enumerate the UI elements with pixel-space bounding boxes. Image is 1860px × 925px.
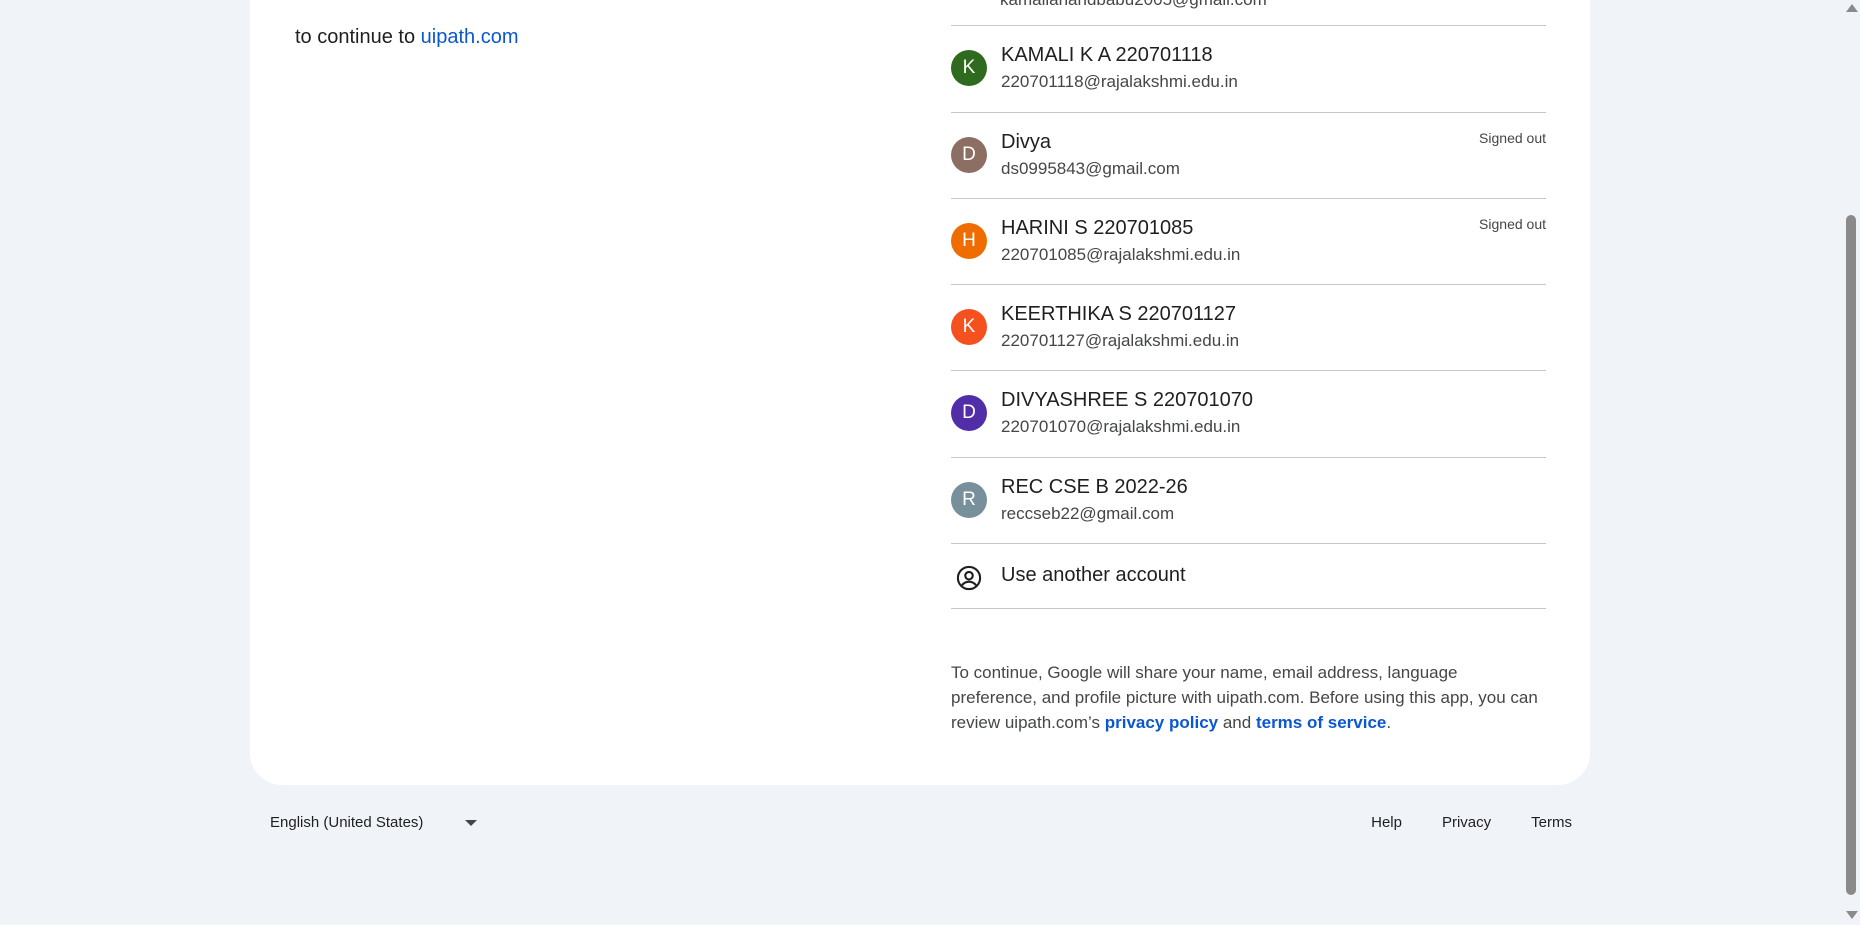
account-name: KEERTHIKA S 220701127 bbox=[1001, 303, 1236, 325]
avatar: K bbox=[951, 50, 987, 86]
use-another-account-button[interactable]: Use another account bbox=[951, 543, 1546, 609]
vertical-scrollbar[interactable] bbox=[1842, 0, 1860, 925]
account-email: 220701118@rajalakshmi.edu.in bbox=[1001, 72, 1238, 91]
account-email: 220701070@rajalakshmi.edu.in bbox=[1001, 417, 1241, 436]
account-name: REC CSE B 2022-26 bbox=[1001, 476, 1188, 498]
disclaimer-end: . bbox=[1386, 713, 1392, 732]
avatar: H bbox=[951, 223, 987, 259]
language-label: English (United States) bbox=[270, 814, 424, 831]
language-selector[interactable]: English (United States) bbox=[270, 814, 485, 831]
signed-out-status: Signed out bbox=[1479, 130, 1546, 146]
scroll-up-arrow-icon[interactable] bbox=[1846, 4, 1858, 12]
use-another-account-label: Use another account bbox=[1001, 564, 1186, 586]
avatar: K bbox=[951, 309, 987, 345]
avatar: D bbox=[951, 395, 987, 431]
signed-out-status: Signed out bbox=[1479, 216, 1546, 232]
account-email: ds0995843@gmail.com bbox=[1001, 159, 1180, 178]
dropdown-arrow-icon bbox=[465, 820, 477, 826]
scrollbar-thumb[interactable] bbox=[1846, 215, 1856, 895]
account-row[interactable]: K KAMALI K A 220701118 220701118@rajalak… bbox=[951, 25, 1546, 111]
scroll-down-arrow-icon[interactable] bbox=[1846, 911, 1858, 919]
account-row[interactable]: H HARINI S 220701085 220701085@rajalaksh… bbox=[951, 198, 1546, 284]
avatar: D bbox=[951, 137, 987, 173]
privacy-policy-link[interactable]: privacy policy bbox=[1105, 713, 1218, 732]
partial-account-email: kamalianandbabu2005@gmail.com bbox=[1000, 0, 1267, 10]
continue-prefix: to continue to bbox=[295, 26, 416, 48]
help-link[interactable]: Help bbox=[1371, 814, 1402, 831]
account-row[interactable]: K KEERTHIKA S 220701127 220701127@rajala… bbox=[951, 284, 1546, 370]
account-name: KAMALI K A 220701118 bbox=[1001, 44, 1213, 66]
account-email: 220701085@rajalakshmi.edu.in bbox=[1001, 245, 1241, 264]
account-name: Divya bbox=[1001, 131, 1052, 153]
account-email: reccseb22@gmail.com bbox=[1001, 504, 1175, 523]
terms-link[interactable]: Terms bbox=[1531, 814, 1572, 831]
account-row[interactable]: D Divya ds0995843@gmail.com Signed out bbox=[951, 112, 1546, 198]
consent-disclaimer: To continue, Google will share your name… bbox=[951, 660, 1546, 735]
account-row[interactable]: R REC CSE B 2022-26 reccseb22@gmail.com bbox=[951, 457, 1546, 543]
footer-links: Help Privacy Terms bbox=[1371, 814, 1572, 831]
avatar: R bbox=[951, 482, 987, 518]
account-email: 220701127@rajalakshmi.edu.in bbox=[1001, 331, 1240, 350]
continue-to-text: to continue to uipath.com bbox=[295, 26, 519, 49]
disclaimer-and: and bbox=[1222, 713, 1252, 732]
account-name: HARINI S 220701085 bbox=[1001, 217, 1194, 239]
terms-of-service-link[interactable]: terms of service bbox=[1256, 713, 1386, 732]
privacy-link[interactable]: Privacy bbox=[1442, 814, 1491, 831]
app-link[interactable]: uipath.com bbox=[421, 26, 519, 48]
account-circle-icon bbox=[956, 565, 982, 591]
account-name: DIVYASHREE S 220701070 bbox=[1001, 389, 1254, 411]
account-row[interactable]: D DIVYASHREE S 220701070 220701070@rajal… bbox=[951, 370, 1546, 456]
